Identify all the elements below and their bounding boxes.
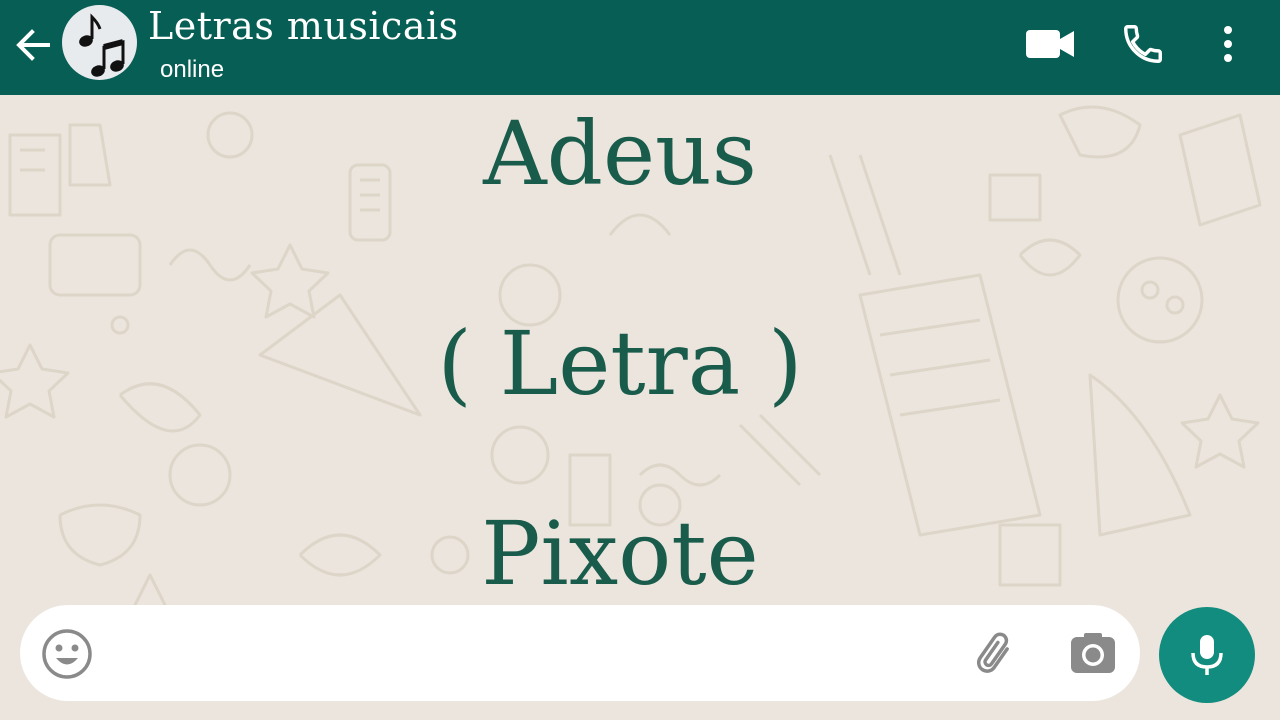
video-call-icon[interactable] bbox=[1024, 26, 1076, 62]
message-input[interactable] bbox=[108, 625, 972, 683]
more-options-icon[interactable] bbox=[1214, 22, 1242, 66]
music-notes-icon bbox=[79, 13, 125, 77]
lyric-artist-line: Pixote bbox=[481, 502, 759, 605]
contact-status: online bbox=[160, 56, 225, 83]
attach-icon[interactable] bbox=[970, 629, 1022, 681]
message-input-bar bbox=[20, 605, 1140, 701]
contact-name[interactable]: Letras musicais bbox=[148, 4, 459, 48]
mic-button[interactable] bbox=[1159, 607, 1255, 703]
phone-icon[interactable] bbox=[1120, 21, 1166, 67]
camera-icon[interactable] bbox=[1070, 633, 1116, 675]
contact-avatar[interactable] bbox=[62, 5, 137, 80]
mic-icon bbox=[1191, 635, 1223, 675]
emoji-icon[interactable] bbox=[40, 627, 94, 681]
lyric-subtitle-line: ( Letra ) bbox=[437, 312, 803, 415]
chat-header: Letras musicais online bbox=[0, 0, 1280, 95]
back-arrow-icon[interactable] bbox=[14, 26, 52, 64]
lyric-title-line: Adeus bbox=[483, 102, 757, 205]
